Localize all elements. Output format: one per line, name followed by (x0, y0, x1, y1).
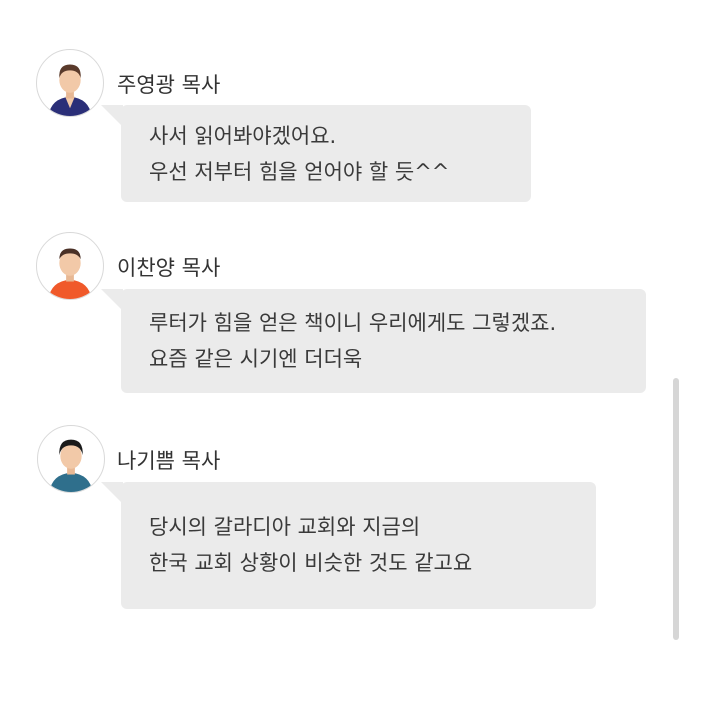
message-bubble: 사서 읽어봐야겠어요. 우선 저부터 힘을 얻어야 할 듯^^ (101, 105, 531, 202)
message-text-line: 사서 읽어봐야겠어요. (149, 124, 337, 148)
man-orange-shirt-avatar-icon (48, 248, 92, 299)
message-text-line: 요즘 같은 시기엔 더더욱 (149, 347, 363, 371)
message-text-line: 당시의 갈라디아 교회와 지금의 (149, 515, 421, 539)
message-text-line: 우선 저부터 힘을 얻어야 할 듯^^ (149, 160, 450, 184)
vertical-scrollbar[interactable] (673, 378, 679, 640)
message-author: 이찬양 목사 (117, 256, 221, 280)
man-navy-shirt-avatar-icon (48, 64, 92, 116)
avatar-icon[interactable] (37, 425, 105, 493)
message-text-line: 루터가 힘을 얻은 책이니 우리에게도 그렇겠죠. (149, 311, 557, 335)
message-bubble: 루터가 힘을 얻은 책이니 우리에게도 그렇겠죠. 요즘 같은 시기엔 더더욱 (101, 289, 646, 393)
message-author: 나기쁨 목사 (117, 449, 221, 473)
avatar-icon[interactable] (36, 49, 104, 117)
man-teal-shirt-avatar-icon (49, 439, 93, 492)
avatar-icon[interactable] (36, 232, 104, 300)
message-bubble: 당시의 갈라디아 교회와 지금의 한국 교회 상황이 비슷한 것도 같고요 (101, 482, 596, 609)
message-text-line: 한국 교회 상황이 비슷한 것도 같고요 (149, 551, 473, 575)
message-author: 주영광 목사 (117, 73, 221, 97)
chat-thread: 주영광 목사 사서 읽어봐야겠어요. 우선 저부터 힘을 얻어야 할 듯^^ 이… (0, 0, 710, 710)
